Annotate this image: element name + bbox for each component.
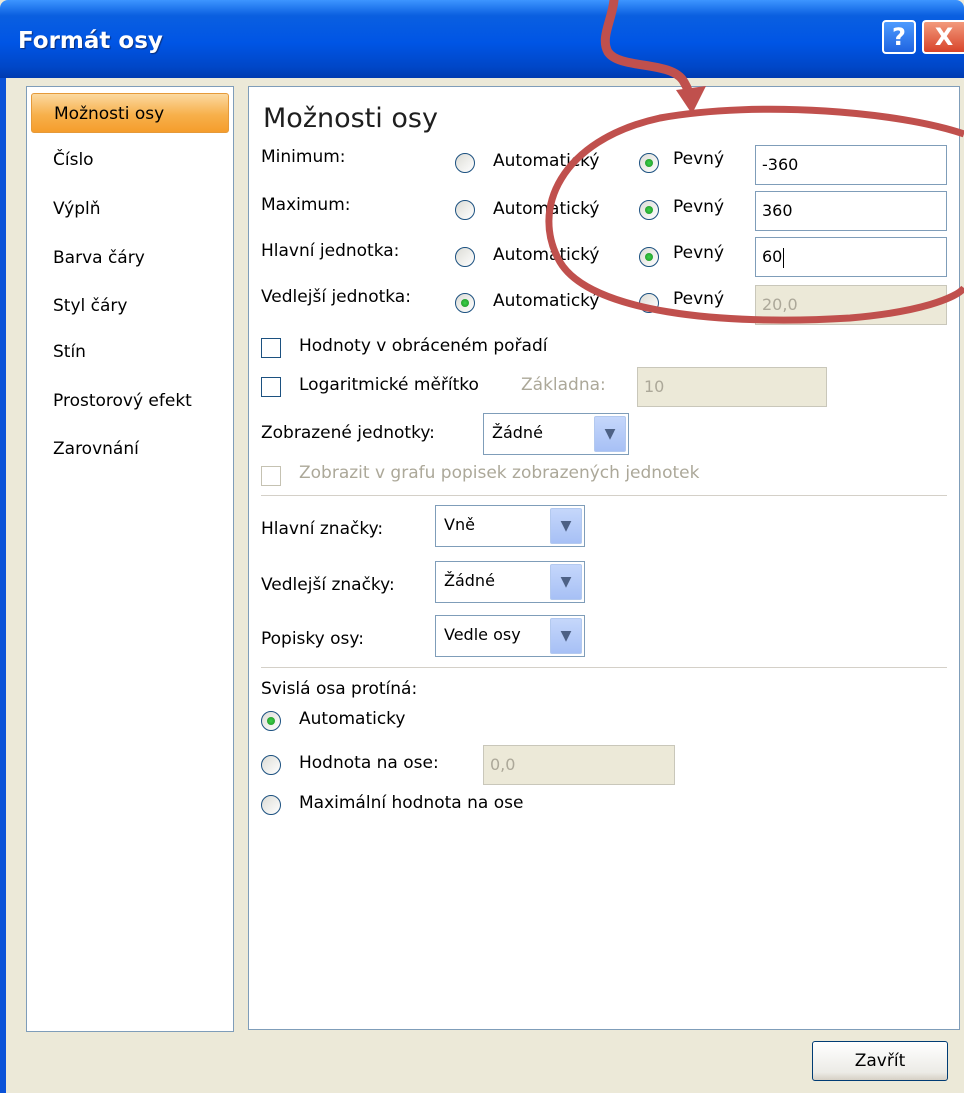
major-tick-value: Vně: [444, 515, 475, 534]
chevron-down-icon: ▼: [550, 564, 582, 600]
reverse-order-label: Hodnoty v obráceném pořadí: [299, 336, 548, 356]
show-units-label-text: Zobrazit v grafu popisek zobrazených jed…: [299, 463, 700, 483]
minor-unit-label: Vedlejší jednotka:: [261, 287, 411, 307]
maximum-label: Maximum:: [261, 195, 351, 215]
nav-item-line-color[interactable]: Barva čáry: [31, 238, 229, 278]
show-units-label-checkbox[interactable]: [261, 466, 281, 486]
minimum-input[interactable]: -360: [755, 145, 947, 185]
major-unit-label: Hlavní jednotka:: [261, 241, 400, 261]
minimum-auto-radio[interactable]: [455, 153, 475, 173]
maximum-fixed-label: Pevný: [673, 197, 724, 217]
close-icon[interactable]: X: [922, 20, 964, 54]
crosses-value-input[interactable]: 0,0: [483, 745, 675, 785]
window-frame-left: [0, 78, 6, 1093]
major-unit-auto-label: Automatický: [493, 245, 600, 265]
section-divider: [261, 495, 947, 496]
crosses-max-label: Maximální hodnota na ose: [299, 793, 524, 813]
crosses-value-radio[interactable]: [261, 755, 281, 775]
nav-item-number[interactable]: Číslo: [31, 140, 229, 180]
format-axis-dialog: Formát osy ? X Možnosti osy Číslo Výplň …: [0, 0, 964, 1093]
major-unit-value: 60: [762, 247, 783, 266]
minor-unit-fixed-label: Pevný: [673, 289, 724, 309]
major-unit-fixed-label: Pevný: [673, 243, 724, 263]
nav-item-3d-format[interactable]: Prostorový efekt: [31, 381, 229, 421]
axis-options-panel: Možnosti osy Minimum: Automatický Pevný …: [248, 86, 960, 1030]
log-base-input[interactable]: 10: [637, 367, 827, 407]
major-unit-auto-radio[interactable]: [455, 247, 475, 267]
display-units-select[interactable]: Žádné ▼: [483, 413, 629, 455]
major-unit-input[interactable]: 60: [755, 237, 947, 277]
minimum-fixed-radio[interactable]: [639, 153, 659, 173]
category-list: Možnosti osy Číslo Výplň Barva čáry Styl…: [26, 86, 234, 1032]
reverse-order-checkbox[interactable]: [261, 338, 281, 358]
minor-unit-fixed-radio[interactable]: [639, 293, 659, 313]
minimum-label: Minimum:: [261, 147, 346, 167]
title-bar: Formát osy ? X: [0, 0, 964, 78]
maximum-auto-label: Automatický: [493, 199, 600, 219]
crosses-value-label: Hodnota na ose:: [299, 753, 439, 773]
minor-tick-select[interactable]: Žádné ▼: [435, 561, 585, 603]
section-divider: [261, 667, 947, 668]
minimum-auto-label: Automatický: [493, 151, 600, 171]
crosses-title: Svislá osa protíná:: [261, 679, 418, 699]
nav-item-alignment[interactable]: Zarovnání: [31, 429, 229, 469]
nav-item-axis-options[interactable]: Možnosti osy: [31, 93, 229, 133]
nav-item-line-style[interactable]: Styl čáry: [31, 286, 229, 326]
dialog-title: Formát osy: [18, 28, 163, 54]
nav-item-fill[interactable]: Výplň: [31, 189, 229, 229]
axis-labels-value: Vedle osy: [444, 625, 521, 644]
nav-item-shadow[interactable]: Stín: [31, 332, 229, 372]
log-scale-checkbox[interactable]: [261, 377, 281, 397]
major-unit-fixed-radio[interactable]: [639, 247, 659, 267]
display-units-label: Zobrazené jednotky:: [261, 423, 435, 443]
log-scale-label: Logaritmické měřítko: [299, 375, 479, 395]
minor-tick-label: Vedlejší značky:: [261, 575, 395, 595]
maximum-fixed-radio[interactable]: [639, 200, 659, 220]
crosses-max-radio[interactable]: [261, 795, 281, 815]
minor-unit-auto-label: Automatický: [493, 291, 600, 311]
major-tick-label: Hlavní značky:: [261, 519, 384, 539]
chevron-down-icon: ▼: [550, 618, 582, 654]
maximum-auto-radio[interactable]: [455, 200, 475, 220]
help-button[interactable]: ?: [882, 20, 916, 54]
minimum-fixed-label: Pevný: [673, 149, 724, 169]
axis-labels-select[interactable]: Vedle osy ▼: [435, 615, 585, 657]
display-units-value: Žádné: [492, 423, 543, 442]
major-tick-select[interactable]: Vně ▼: [435, 505, 585, 547]
chevron-down-icon: ▼: [594, 416, 626, 452]
axis-labels-label: Popisky osy:: [261, 629, 364, 649]
minor-tick-value: Žádné: [444, 571, 495, 590]
maximum-input[interactable]: 360: [755, 191, 947, 231]
chevron-down-icon: ▼: [550, 508, 582, 544]
minor-unit-input[interactable]: 20,0: [755, 285, 947, 325]
close-button[interactable]: Zavřít: [812, 1041, 948, 1081]
crosses-auto-radio[interactable]: [261, 711, 281, 731]
crosses-auto-label: Automaticky: [299, 709, 406, 729]
panel-heading: Možnosti osy: [263, 103, 438, 134]
base-label: Základna:: [521, 375, 606, 395]
minor-unit-auto-radio[interactable]: [455, 293, 475, 313]
